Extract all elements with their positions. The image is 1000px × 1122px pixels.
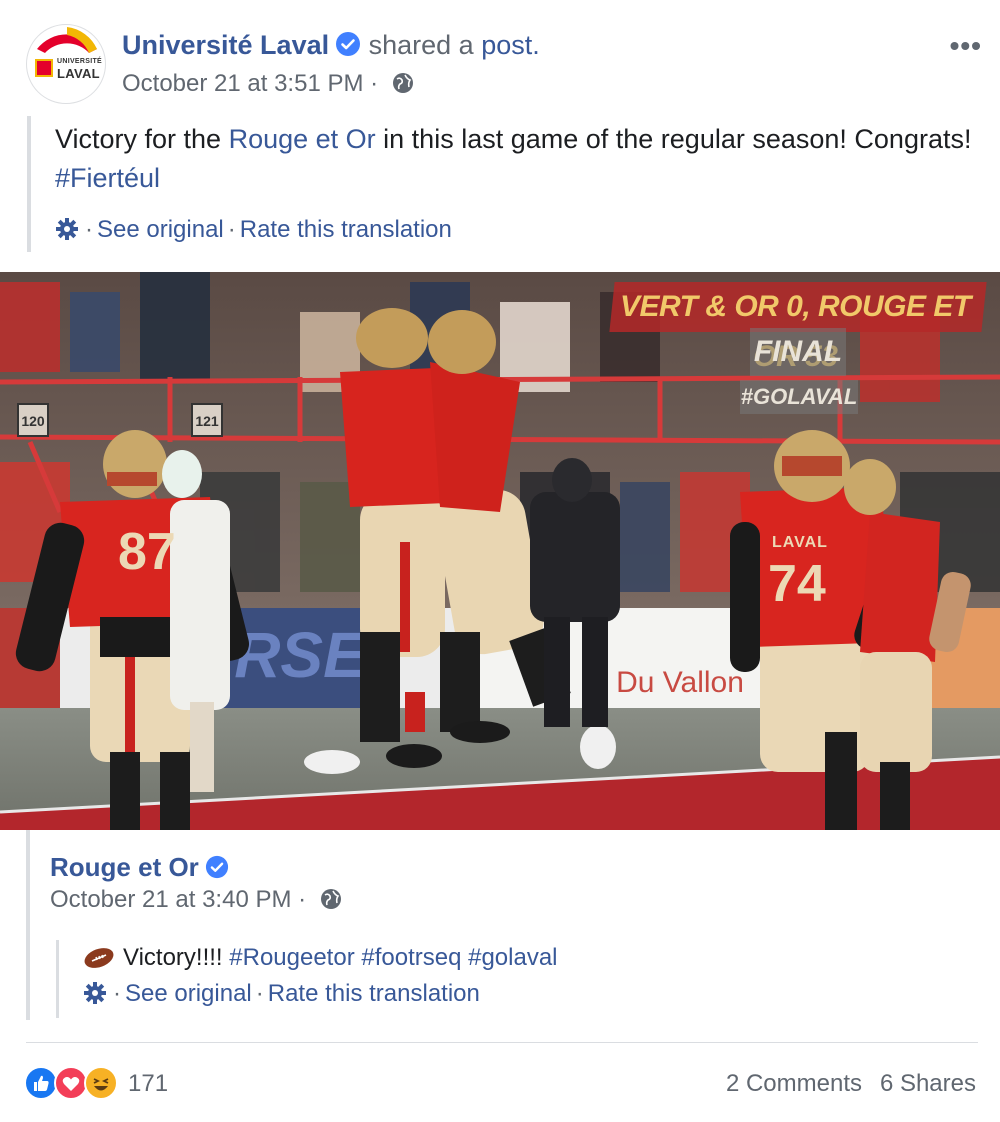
post-text-middle: in this last game of the regular season!…	[375, 124, 972, 154]
footer-divider	[26, 1042, 978, 1043]
original-author: Rouge et Or	[50, 852, 229, 883]
love-reaction-icon	[54, 1066, 88, 1100]
jersey-number-74: 74	[768, 555, 826, 613]
original-text: Victory!!!! #Rougeetor #footrseq #golava…	[83, 944, 956, 972]
translation-actions: · See original · Rate this translation	[55, 216, 456, 244]
post-timestamp[interactable]: October 21 at 3:51 PM	[122, 70, 363, 97]
original-meta: October 21 at 3:40 PM ·	[50, 886, 343, 914]
football-emoji-icon	[84, 948, 114, 968]
gear-icon[interactable]	[55, 217, 79, 241]
see-original-link[interactable]: See original	[97, 216, 224, 243]
board-left-text: RSE	[234, 619, 368, 691]
board-sponsor-text: Du Vallon	[616, 666, 744, 699]
avatar-crest-icon	[35, 59, 53, 77]
hashtag-fierteul-link[interactable]: #Fiertéul	[55, 163, 160, 193]
post-text: Victory for the Rouge et Or in this last…	[55, 120, 977, 198]
reaction-count[interactable]: 171	[128, 1070, 168, 1098]
dot-separator: ·	[255, 980, 264, 1007]
original-author-link[interactable]: Rouge et Or	[50, 852, 199, 882]
gear-icon[interactable]	[83, 981, 107, 1005]
rate-translation-link[interactable]: Rate this translation	[240, 216, 452, 243]
section-sign-a: 120	[21, 413, 45, 429]
original-translation: Victory!!!! #Rougeetor #footrseq #golava…	[56, 940, 956, 1018]
dot-separator: ·	[85, 216, 93, 243]
globe-icon[interactable]	[391, 71, 415, 95]
globe-icon[interactable]	[319, 887, 343, 911]
rouge-et-or-link[interactable]: Rouge et Or	[229, 124, 376, 154]
post-photo[interactable]: 120 121 RSE Du Vallon 87 LAVAL 74 VERT &…	[0, 272, 1000, 830]
original-text-plain: Victory!!!!	[123, 944, 230, 971]
like-reaction-icon	[24, 1066, 58, 1100]
haha-reaction-icon	[84, 1066, 118, 1100]
author-line: Université Laval shared a post.	[122, 30, 540, 61]
shares-count-link[interactable]: 6 Shares	[880, 1070, 976, 1098]
page-avatar[interactable]: UNIVERSITÉ LAVAL	[26, 24, 106, 104]
post-translation: Victory for the Rouge et Or in this last…	[27, 116, 977, 252]
dot-separator: ·	[113, 980, 121, 1007]
verified-badge-icon	[205, 855, 228, 879]
meta-separator: ·	[370, 70, 379, 97]
avatar-label-bottom: LAVAL	[57, 66, 100, 81]
original-post: Rouge et Or October 21 at 3:40 PM · Vict…	[26, 830, 975, 1020]
shared-action-text: shared a	[368, 30, 474, 60]
more-options-button[interactable]: •••	[950, 30, 982, 62]
author-name-link[interactable]: Université Laval	[122, 30, 329, 60]
score-overlay: VERT & OR 0, ROUGE ET OR 53	[609, 282, 987, 373]
meta-separator: ·	[298, 886, 307, 913]
section-sign-b: 121	[195, 413, 219, 429]
comments-count-link[interactable]: 2 Comments	[726, 1070, 862, 1098]
jersey-number-87: 87	[118, 523, 176, 581]
avatar-label-top: UNIVERSITÉ	[57, 58, 103, 65]
dot-separator: ·	[227, 216, 236, 243]
post-header: UNIVERSITÉ LAVAL Université Laval shared…	[0, 0, 1000, 110]
original-hashtags-link[interactable]: #Rougeetor #footrseq #golaval	[229, 944, 557, 971]
shared-post-link[interactable]: post.	[481, 30, 540, 60]
see-original-link[interactable]: See original	[125, 980, 252, 1007]
hashtag-overlay: #GOLAVAL	[740, 380, 858, 414]
rate-translation-link[interactable]: Rate this translation	[268, 980, 480, 1007]
post-meta: October 21 at 3:51 PM ·	[122, 70, 415, 98]
post-text-prefix: Victory for the	[55, 124, 229, 154]
original-timestamp[interactable]: October 21 at 3:40 PM	[50, 886, 291, 913]
original-translation-actions: · See original · Rate this translation	[83, 980, 956, 1008]
verified-badge-icon	[336, 32, 361, 56]
final-overlay: FINAL	[750, 328, 846, 376]
jersey-name-laval: LAVAL	[772, 534, 828, 551]
